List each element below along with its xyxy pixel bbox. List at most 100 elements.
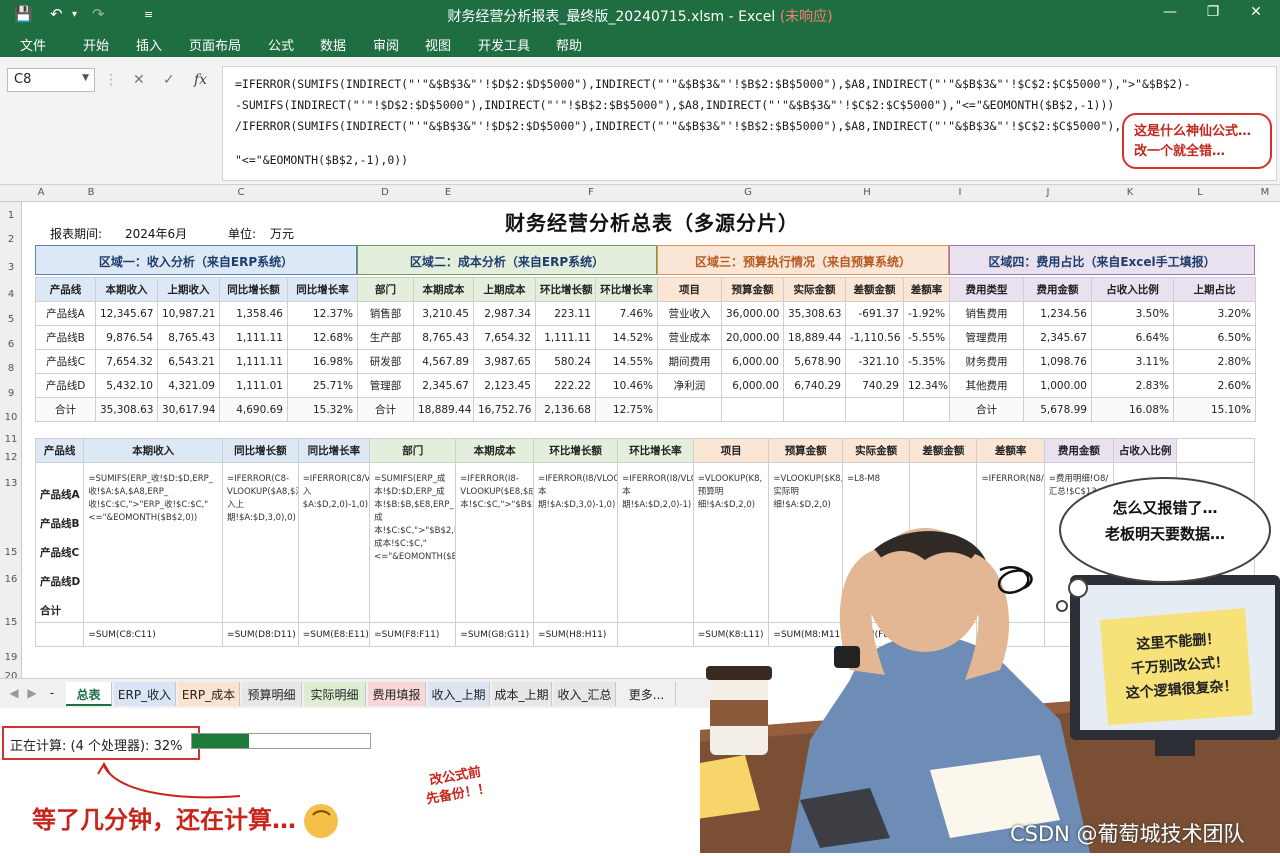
- table-cell[interactable]: 16,752.76: [473, 397, 536, 422]
- column-header-cell[interactable]: 差额金额: [845, 277, 904, 302]
- row-header[interactable]: 15: [0, 547, 22, 558]
- table-cell[interactable]: 12.68%: [287, 325, 358, 350]
- tab-file[interactable]: 文件: [20, 35, 46, 54]
- sum-cell[interactable]: =SUM(C8:C11): [83, 622, 224, 647]
- table-cell[interactable]: 2.83%: [1091, 373, 1174, 398]
- table-cell[interactable]: 1,111.11: [219, 325, 288, 350]
- column-header[interactable]: J: [986, 187, 1110, 198]
- table-cell[interactable]: 12.37%: [287, 301, 358, 326]
- table-cell[interactable]: -5.55%: [903, 325, 950, 350]
- table-cell[interactable]: 1,111.11: [535, 325, 596, 350]
- prev-sheet-icon[interactable]: ◀: [6, 682, 22, 706]
- row-header[interactable]: 11: [0, 434, 22, 445]
- tab-data[interactable]: 数据: [320, 35, 346, 54]
- sum-cell[interactable]: =SUM(D8:D11): [222, 622, 299, 647]
- table-cell[interactable]: 4,567.89: [413, 349, 474, 374]
- table-cell[interactable]: [783, 397, 846, 422]
- column-header-cell[interactable]: 本期成本: [455, 438, 535, 463]
- table-cell[interactable]: 10.46%: [595, 373, 658, 398]
- table-cell[interactable]: 8,765.43: [157, 325, 220, 350]
- table-cell[interactable]: 2,987.34: [473, 301, 536, 326]
- table-cell[interactable]: 12.75%: [595, 397, 658, 422]
- table-cell[interactable]: 2.60%: [1173, 373, 1256, 398]
- column-header-cell[interactable]: 上期占比: [1173, 277, 1256, 302]
- table-cell[interactable]: 16.08%: [1091, 397, 1174, 422]
- column-header-cell[interactable]: 差额率: [903, 277, 950, 302]
- table-cell[interactable]: 12.34%: [903, 373, 950, 398]
- sum-cell[interactable]: [617, 622, 694, 647]
- table-cell[interactable]: 7,654.32: [473, 325, 536, 350]
- table-cell[interactable]: 5,432.10: [95, 373, 158, 398]
- formula-cell[interactable]: =IFERROR(C8/VLOOKUP($A8,$汇入$A:$D,2,0)-1,…: [297, 462, 371, 623]
- table-cell[interactable]: 580.24: [535, 349, 596, 374]
- column-header[interactable]: F: [486, 187, 696, 198]
- table-cell[interactable]: 6.64%: [1091, 325, 1174, 350]
- table-cell[interactable]: 8,765.43: [413, 325, 474, 350]
- cancel-icon[interactable]: ✕: [133, 72, 145, 88]
- sheet-tab[interactable]: 费用填报: [368, 682, 426, 706]
- table-cell[interactable]: 1,111.01: [219, 373, 288, 398]
- tab-review[interactable]: 审阅: [373, 35, 399, 54]
- table-cell[interactable]: 6,000.00: [721, 349, 784, 374]
- table-cell[interactable]: 销售费用: [949, 301, 1024, 326]
- column-header-cell[interactable]: 费用类型: [949, 277, 1024, 302]
- sum-cell[interactable]: =SUM(H8:H11): [533, 622, 619, 647]
- sheet-tab[interactable]: 总表: [66, 682, 112, 706]
- table-cell[interactable]: 222.22: [535, 373, 596, 398]
- table-cell[interactable]: 1,358.46: [219, 301, 288, 326]
- sheet-tab[interactable]: 收入_汇总: [554, 682, 616, 706]
- formula-cell[interactable]: =IFERROR(I8/VLOOKUP($E8,$成本期!$A:$D,2,0)-…: [617, 462, 694, 623]
- table-cell[interactable]: 产品线C: [35, 349, 96, 374]
- table-cell[interactable]: -321.10: [845, 349, 904, 374]
- table-cell[interactable]: 产品线D: [35, 373, 96, 398]
- table-cell[interactable]: 5,678.90: [783, 349, 846, 374]
- column-header[interactable]: L: [1150, 187, 1250, 198]
- sheet-tab[interactable]: 更多...: [618, 682, 676, 706]
- table-cell[interactable]: 财务费用: [949, 349, 1024, 374]
- table-cell[interactable]: 16.98%: [287, 349, 358, 374]
- budget-table[interactable]: 项目 预算金额 实际金额 差额金额 差额率 营业收入 36,000.00 35,308.63-…: [657, 277, 950, 422]
- row-header[interactable]: 10: [0, 412, 22, 423]
- column-header-cell[interactable]: 占收入比例: [1091, 277, 1174, 302]
- column-header-cell[interactable]: 费用金额: [1043, 438, 1115, 463]
- row-header[interactable]: 6: [0, 339, 22, 350]
- row-header[interactable]: 1: [0, 210, 22, 221]
- table-cell[interactable]: 30,617.94: [157, 397, 220, 422]
- column-header-cell[interactable]: 同比增长率: [297, 438, 371, 463]
- table-cell[interactable]: [903, 397, 950, 422]
- table-cell[interactable]: 2,123.45: [473, 373, 536, 398]
- tab-page-layout[interactable]: 页面布局: [189, 35, 241, 54]
- table-cell[interactable]: 5,678.99: [1023, 397, 1092, 422]
- table-cell[interactable]: 管理部: [357, 373, 414, 398]
- column-header-cell[interactable]: 费用金额: [1023, 277, 1092, 302]
- column-header-cell[interactable]: 本期收入: [95, 277, 158, 302]
- table-cell[interactable]: 研发部: [357, 349, 414, 374]
- table-cell[interactable]: 4,321.09: [157, 373, 220, 398]
- table-cell[interactable]: 7,654.32: [95, 349, 158, 374]
- table-cell[interactable]: 9,876.54: [95, 325, 158, 350]
- column-header[interactable]: E: [410, 187, 486, 198]
- next-sheet-icon[interactable]: ▶: [24, 682, 40, 706]
- tab-help[interactable]: 帮助: [556, 35, 582, 54]
- column-header[interactable]: C: [122, 187, 360, 198]
- sum-cell[interactable]: =SUM(F8:F11): [369, 622, 457, 647]
- table-cell[interactable]: 期间费用: [657, 349, 722, 374]
- column-header-cell[interactable]: 实际金额: [783, 277, 846, 302]
- column-header-cell[interactable]: 项目: [657, 277, 722, 302]
- table-cell[interactable]: 净利润: [657, 373, 722, 398]
- tab-developer[interactable]: 开发工具: [478, 35, 530, 54]
- formula-cell[interactable]: =SUMIFS(ERP_收!$D:$D,ERP_收!$A:$A,$A8,ERP_…: [83, 462, 224, 623]
- table-cell[interactable]: 2.80%: [1173, 349, 1256, 374]
- period-value[interactable]: 2024年6月: [125, 225, 187, 242]
- table-cell[interactable]: 7.46%: [595, 301, 658, 326]
- table-cell[interactable]: 15.32%: [287, 397, 358, 422]
- table-cell[interactable]: 2,345.67: [1023, 325, 1092, 350]
- column-header-cell[interactable]: 同比增长率: [287, 277, 358, 302]
- formula-cell[interactable]: =IFERROR(C8-VLOOKUP($A8,$汇入上期!$A:$D,3,0)…: [222, 462, 299, 623]
- table-cell[interactable]: 18,889.44: [783, 325, 846, 350]
- row-header[interactable]: 19: [0, 652, 22, 663]
- column-header-cell[interactable]: 本期收入: [83, 438, 224, 463]
- column-header-cell[interactable]: 占收入比例: [1113, 438, 1178, 463]
- enter-icon[interactable]: ✓: [163, 72, 175, 88]
- table-cell[interactable]: 1,000.00: [1023, 373, 1092, 398]
